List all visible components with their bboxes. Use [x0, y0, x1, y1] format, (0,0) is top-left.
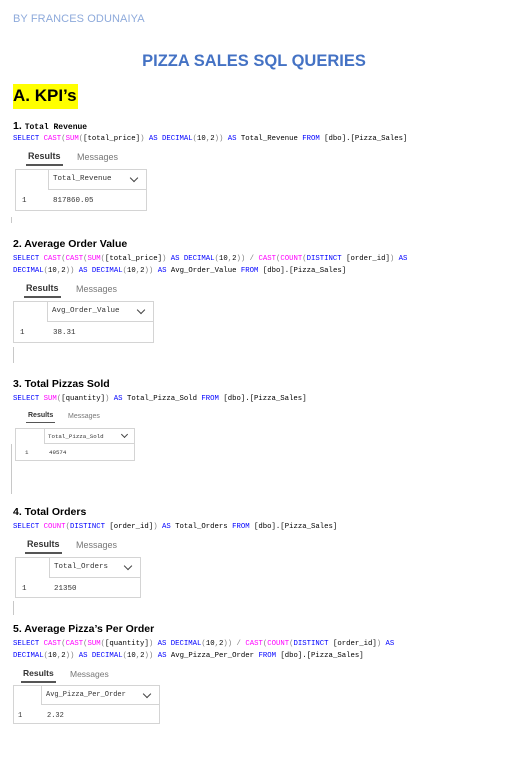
- query-3-sql: SELECT SUM([quantity]) AS Total_Pizza_So…: [13, 393, 307, 405]
- sql-line: SELECT SUM([quantity]) AS Total_Pizza_So…: [13, 395, 307, 403]
- query-5-heading: 5. Average Pizza’s Per Order: [13, 623, 155, 635]
- query-4-sql: SELECT COUNT(DISTINCT [order_id]) AS Tot…: [13, 521, 337, 533]
- chevron-down-icon[interactable]: [129, 173, 139, 183]
- chevron-down-icon[interactable]: [123, 561, 133, 571]
- result-table: Avg_Pizza_Per_Order 1 2.32: [13, 685, 160, 724]
- column-header[interactable]: Avg_Order_Value: [47, 302, 153, 322]
- result-table: Total_Revenue 1 817860.05: [15, 169, 147, 211]
- sql-line: SELECT CAST(CAST(SUM([quantity]) AS DECI…: [13, 640, 395, 648]
- chevron-down-icon[interactable]: [120, 430, 129, 439]
- query-5-sql: SELECT CAST(CAST(SUM([quantity]) AS DECI…: [13, 638, 394, 662]
- chevron-down-icon[interactable]: [142, 689, 152, 699]
- sql-line: SELECT CAST(CAST(SUM([total_price]) AS D…: [13, 255, 408, 263]
- query-2-sql: SELECT CAST(CAST(SUM([total_price]) AS D…: [13, 253, 407, 277]
- results-tab[interactable]: Results: [21, 668, 56, 683]
- query-2-heading: 2. Average Order Value: [13, 238, 128, 250]
- messages-tab[interactable]: Messages: [76, 540, 117, 550]
- section-heading-kpis: A. KPI’s: [13, 84, 78, 109]
- author-byline: BY FRANCES ODUNAIYA: [13, 13, 145, 25]
- result-value: 38.31: [53, 329, 76, 337]
- sql-line: SELECT COUNT(DISTINCT [order_id]) AS Tot…: [13, 523, 338, 531]
- column-header[interactable]: Avg_Pizza_Per_Order: [41, 686, 159, 705]
- messages-tab[interactable]: Messages: [77, 152, 118, 162]
- query-1-sql: SELECT CAST(SUM([total_price]) AS DECIMA…: [13, 133, 407, 145]
- result-table: Avg_Order_Value 1 38.31: [13, 301, 154, 343]
- column-header[interactable]: Total_Orders: [49, 558, 140, 578]
- result-table: Total_Pizza_Sold 1 49574: [15, 428, 135, 461]
- scroll-marker: [11, 444, 12, 494]
- row-number: 1: [20, 329, 25, 337]
- scroll-marker: [13, 347, 14, 363]
- scroll-marker: [13, 601, 14, 615]
- row-number: 1: [25, 449, 29, 456]
- row-number: 1: [22, 585, 27, 593]
- messages-tab[interactable]: Messages: [68, 413, 100, 420]
- sql-line: DECIMAL(10,2)) AS DECIMAL(10,2)) AS Avg_…: [13, 652, 364, 660]
- result-table: Total_Orders 1 21350: [15, 557, 141, 598]
- query-1-heading: 1. Total Revenue: [13, 120, 87, 132]
- query-1-number: 1.: [13, 120, 22, 132]
- result-value: 2.32: [47, 712, 64, 720]
- sql-line: DECIMAL(10,2)) AS DECIMAL(10,2)) AS Avg_…: [13, 267, 347, 275]
- result-value: 21350: [54, 585, 77, 593]
- sql-line: SELECT CAST(SUM([total_price]) AS DECIMA…: [13, 135, 408, 143]
- query-1-title: Total Revenue: [24, 123, 88, 132]
- results-tab[interactable]: Results: [26, 151, 63, 166]
- scroll-marker: [11, 217, 12, 223]
- result-value: 49574: [49, 449, 67, 456]
- page-title: PIZZA SALES SQL QUERIES: [142, 52, 366, 70]
- column-header[interactable]: Total_Revenue: [48, 170, 146, 190]
- result-value: 817860.05: [53, 197, 94, 205]
- chevron-down-icon[interactable]: [136, 305, 146, 315]
- results-tab[interactable]: Results: [26, 412, 56, 423]
- results-tab[interactable]: Results: [24, 283, 61, 298]
- column-header[interactable]: Total_Pizza_Sold: [44, 429, 134, 444]
- query-3-heading: 3. Total Pizzas Sold: [13, 378, 110, 390]
- messages-tab[interactable]: Messages: [70, 669, 109, 679]
- query-4-heading: 4. Total Orders: [13, 506, 87, 518]
- row-number: 1: [18, 712, 23, 720]
- row-number: 1: [22, 197, 27, 205]
- results-tab[interactable]: Results: [25, 539, 62, 554]
- messages-tab[interactable]: Messages: [76, 284, 117, 294]
